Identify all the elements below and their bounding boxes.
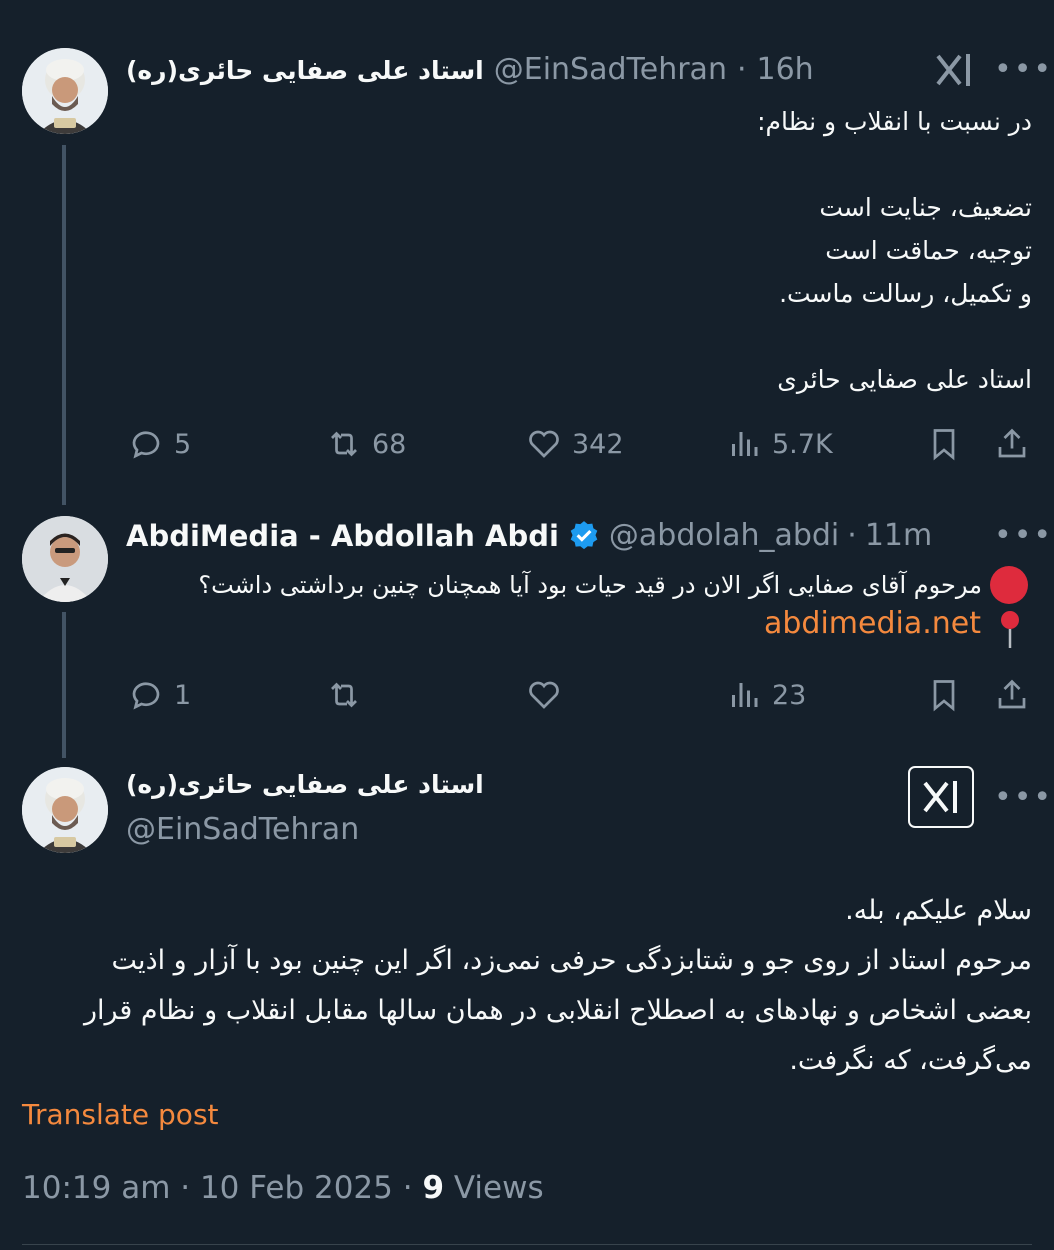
- timestamp[interactable]: 11m: [865, 518, 932, 553]
- separator-dot: ·: [847, 518, 857, 553]
- share-button[interactable]: [994, 677, 1030, 713]
- tweet-text: سلام علیکم، بله. مرحوم استاد از روی جو و…: [84, 886, 1032, 1086]
- display-name[interactable]: استاد علی صفایی حائری(ره): [126, 56, 484, 85]
- share-icon: [998, 428, 1026, 458]
- repost-count: 68: [372, 428, 407, 460]
- tweet-header: استاد علی صفایی حائری(ره) @EinSadTehran …: [126, 52, 814, 87]
- reply-icon: [132, 431, 160, 459]
- like-button[interactable]: [526, 677, 572, 713]
- like-icon: [529, 430, 559, 458]
- display-name[interactable]: استاد علی صفایی حائری(ره): [126, 770, 484, 799]
- tweet-line: در نسبت با انقلاب و نظام:: [757, 107, 1032, 136]
- more-icon[interactable]: •••: [994, 52, 1053, 87]
- views-button[interactable]: 23: [726, 677, 806, 713]
- tweet-line: [757, 315, 1032, 358]
- reply-count: 1: [174, 679, 192, 711]
- timestamp[interactable]: 16h: [757, 52, 814, 87]
- views-label[interactable]: Views: [444, 1170, 544, 1206]
- views-button[interactable]: 5.7K: [726, 426, 833, 462]
- more-icon[interactable]: •••: [994, 780, 1053, 815]
- divider: [22, 1244, 1032, 1245]
- share-button[interactable]: [994, 426, 1030, 462]
- tweet-link[interactable]: abdimedia.net: [764, 606, 981, 641]
- bookmark-button[interactable]: [926, 677, 962, 713]
- translate-post-link[interactable]: Translate post: [22, 1098, 219, 1131]
- reply-button[interactable]: 5: [128, 426, 191, 462]
- bookmark-button[interactable]: [926, 426, 962, 462]
- share-icon: [998, 679, 1026, 709]
- grok-icon[interactable]: [908, 766, 974, 828]
- like-icon: [529, 681, 559, 709]
- repost-icon: [331, 431, 357, 457]
- repost-icon: [331, 682, 357, 708]
- verified-badge-icon: [570, 520, 598, 549]
- views-count: 23: [772, 679, 807, 711]
- handle[interactable]: @abdolah_abdi: [609, 518, 839, 553]
- tweet-text: در نسبت با انقلاب و نظام: تضعیف، جنایت ا…: [757, 100, 1032, 401]
- grok-icon[interactable]: [934, 52, 974, 88]
- red-circle-emoji: [990, 566, 1028, 604]
- bookmark-icon: [933, 680, 955, 712]
- thread-line-1: [62, 145, 66, 505]
- tweet-meta: 10:19 am · 10 Feb 2025 · 9 Views: [22, 1170, 544, 1206]
- avatar[interactable]: [22, 767, 108, 853]
- like-button[interactable]: 342: [526, 426, 624, 462]
- repost-button[interactable]: [326, 677, 372, 713]
- reply-icon: [132, 682, 160, 710]
- like-count: 342: [572, 428, 624, 460]
- tweet-line: توجیه، حماقت است: [825, 236, 1032, 265]
- avatar[interactable]: [22, 516, 108, 602]
- tweet-line: مرحوم استاد از روی جو و شتابزدگی حرفی نم…: [111, 945, 1032, 976]
- tweet-line: [757, 143, 1032, 186]
- handle[interactable]: @EinSadTehran: [494, 52, 727, 87]
- avatar[interactable]: [22, 48, 108, 134]
- timestamp[interactable]: 10:19 am · 10 Feb 2025 ·: [22, 1170, 422, 1206]
- tweet-text: مرحوم آقای صفایی اگر الان در قید حیات بو…: [198, 571, 982, 599]
- pushpin-emoji: [998, 610, 1022, 650]
- views-count: 5.7K: [772, 428, 833, 460]
- views-count: 9: [422, 1170, 445, 1206]
- tweet-line: و تکمیل، رسالت ماست.: [779, 279, 1032, 308]
- separator-dot: ·: [736, 52, 747, 87]
- more-icon[interactable]: •••: [994, 518, 1053, 553]
- views-icon: [732, 683, 758, 707]
- tweet-line: بعضی اشخاص و نهادهای به اصطلاح انقلابی د…: [83, 995, 1032, 1026]
- reply-count: 5: [174, 428, 192, 460]
- tweet-line: استاد علی صفایی حائری: [777, 365, 1032, 394]
- repost-button[interactable]: 68: [326, 426, 406, 462]
- tweet-header: AbdiMedia - Abdollah Abdi @abdolah_abdi …: [126, 518, 932, 553]
- handle[interactable]: @EinSadTehran: [126, 812, 359, 847]
- tweet-line: تضعیف، جنایت است: [819, 193, 1032, 222]
- tweet-line: سلام علیکم، بله.: [845, 895, 1032, 926]
- views-icon: [732, 432, 758, 456]
- thread-line-2: [62, 612, 66, 758]
- bookmark-icon: [933, 429, 955, 461]
- display-name[interactable]: AbdiMedia - Abdollah Abdi: [126, 519, 559, 553]
- tweet-line: می‌گرفت، که نگرفت.: [789, 1045, 1032, 1076]
- reply-button[interactable]: 1: [128, 677, 191, 713]
